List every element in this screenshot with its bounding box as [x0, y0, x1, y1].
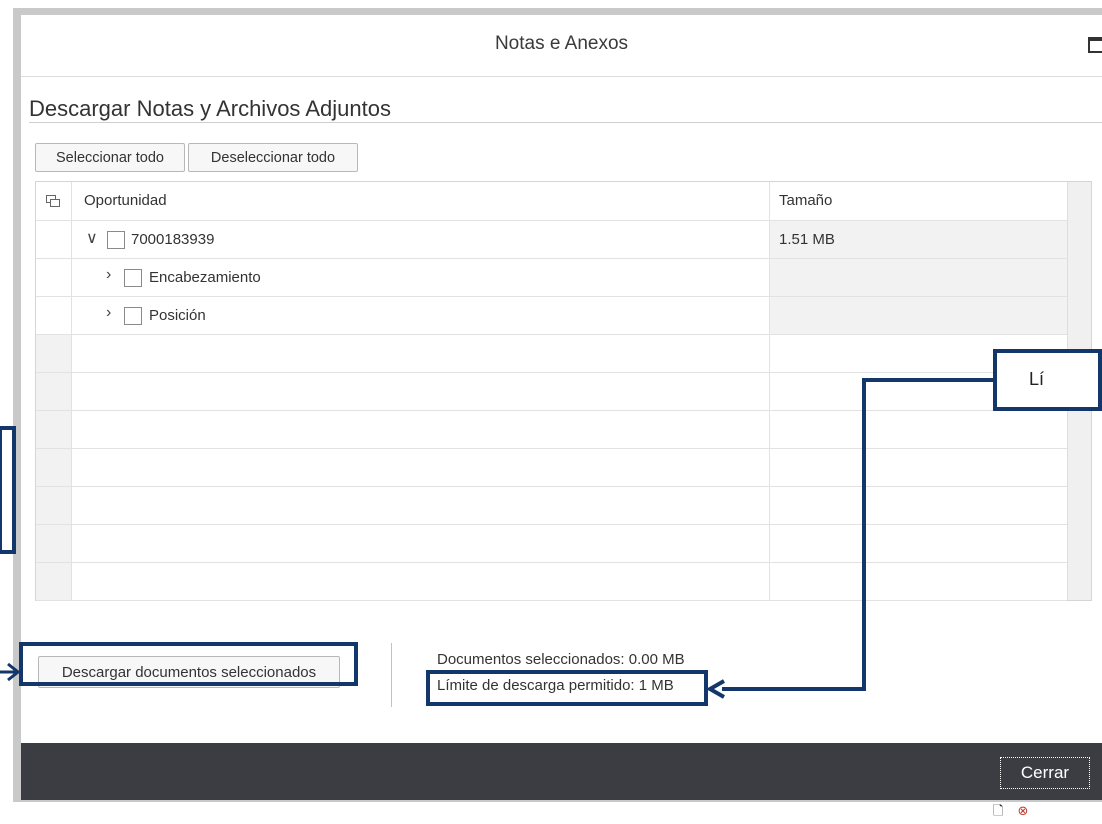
maximize-icon[interactable]	[1088, 37, 1102, 53]
row-label: Posición	[149, 307, 206, 324]
chevron-right-icon[interactable]: ›	[106, 304, 111, 322]
dialog-title: Notas e Anexos	[494, 33, 629, 54]
document-icon[interactable]: 🗋	[993, 803, 1003, 818]
size-value: 1.51 MB	[779, 231, 835, 248]
select-all-button[interactable]: Seleccionar todo	[35, 143, 185, 172]
size-cell	[770, 259, 1067, 296]
status-icons: 🗋 ⊗	[993, 802, 1028, 824]
empty-row	[36, 449, 1067, 487]
error-icon[interactable]: ⊗	[1017, 803, 1028, 818]
annotation-arrow-icon	[0, 662, 20, 682]
attachments-tree-table: Oportunidad Tamaño ∨ 7000183939 1.51 MB …	[35, 181, 1092, 601]
annotation-arrow-icon	[706, 679, 725, 699]
table-row[interactable]: › Encabezamiento	[36, 259, 1067, 297]
annotation-leader-line	[722, 687, 866, 691]
column-header-size[interactable]: Tamaño	[779, 192, 832, 209]
table-row[interactable]: › Posición	[36, 297, 1067, 335]
row-checkbox[interactable]	[124, 269, 142, 287]
row-checkbox[interactable]	[124, 307, 142, 325]
dialog-footer-bar: Cerrar	[21, 743, 1102, 800]
empty-row	[36, 525, 1067, 563]
selected-docs-size: Documentos seleccionados: 0.00 MB	[437, 651, 685, 668]
size-cell	[770, 297, 1067, 334]
empty-row	[36, 563, 1067, 601]
empty-row	[36, 411, 1067, 449]
row-checkbox[interactable]	[107, 231, 125, 249]
section-title: Descargar Notas y Archivos Adjuntos	[29, 96, 391, 121]
deselect-all-button[interactable]: Deseleccionar todo	[188, 143, 358, 172]
column-settings-icon[interactable]	[46, 195, 60, 207]
section-divider	[29, 122, 1102, 123]
column-settings-cell[interactable]	[36, 182, 72, 220]
row-selector[interactable]	[36, 297, 72, 334]
chevron-down-icon[interactable]: ∨	[86, 228, 98, 248]
annotation-box-limit	[426, 670, 708, 706]
row-selector[interactable]	[36, 221, 72, 258]
dialog-header: Notas e Anexos	[21, 15, 1102, 77]
footer-divider	[391, 643, 392, 707]
empty-row	[36, 335, 1067, 373]
empty-row	[36, 487, 1067, 525]
table-header-row: Oportunidad Tamaño	[36, 182, 1067, 221]
row-selector[interactable]	[36, 259, 72, 296]
annotation-callout-box	[993, 349, 1102, 411]
size-cell: 1.51 MB	[770, 221, 1067, 258]
annotation-box-left	[0, 426, 16, 554]
annotation-callout-text: Lí	[1029, 369, 1045, 389]
annotation-box-download	[19, 642, 358, 686]
annotation-leader-line	[862, 378, 995, 382]
row-label: Encabezamiento	[149, 269, 261, 286]
chevron-right-icon[interactable]: ›	[106, 266, 111, 284]
column-header-opportunity[interactable]: Oportunidad	[84, 192, 167, 209]
table-row[interactable]: ∨ 7000183939 1.51 MB	[36, 221, 1067, 259]
close-button[interactable]: Cerrar	[1000, 757, 1090, 789]
row-label: 7000183939	[131, 231, 215, 248]
annotation-leader-line	[862, 378, 866, 691]
